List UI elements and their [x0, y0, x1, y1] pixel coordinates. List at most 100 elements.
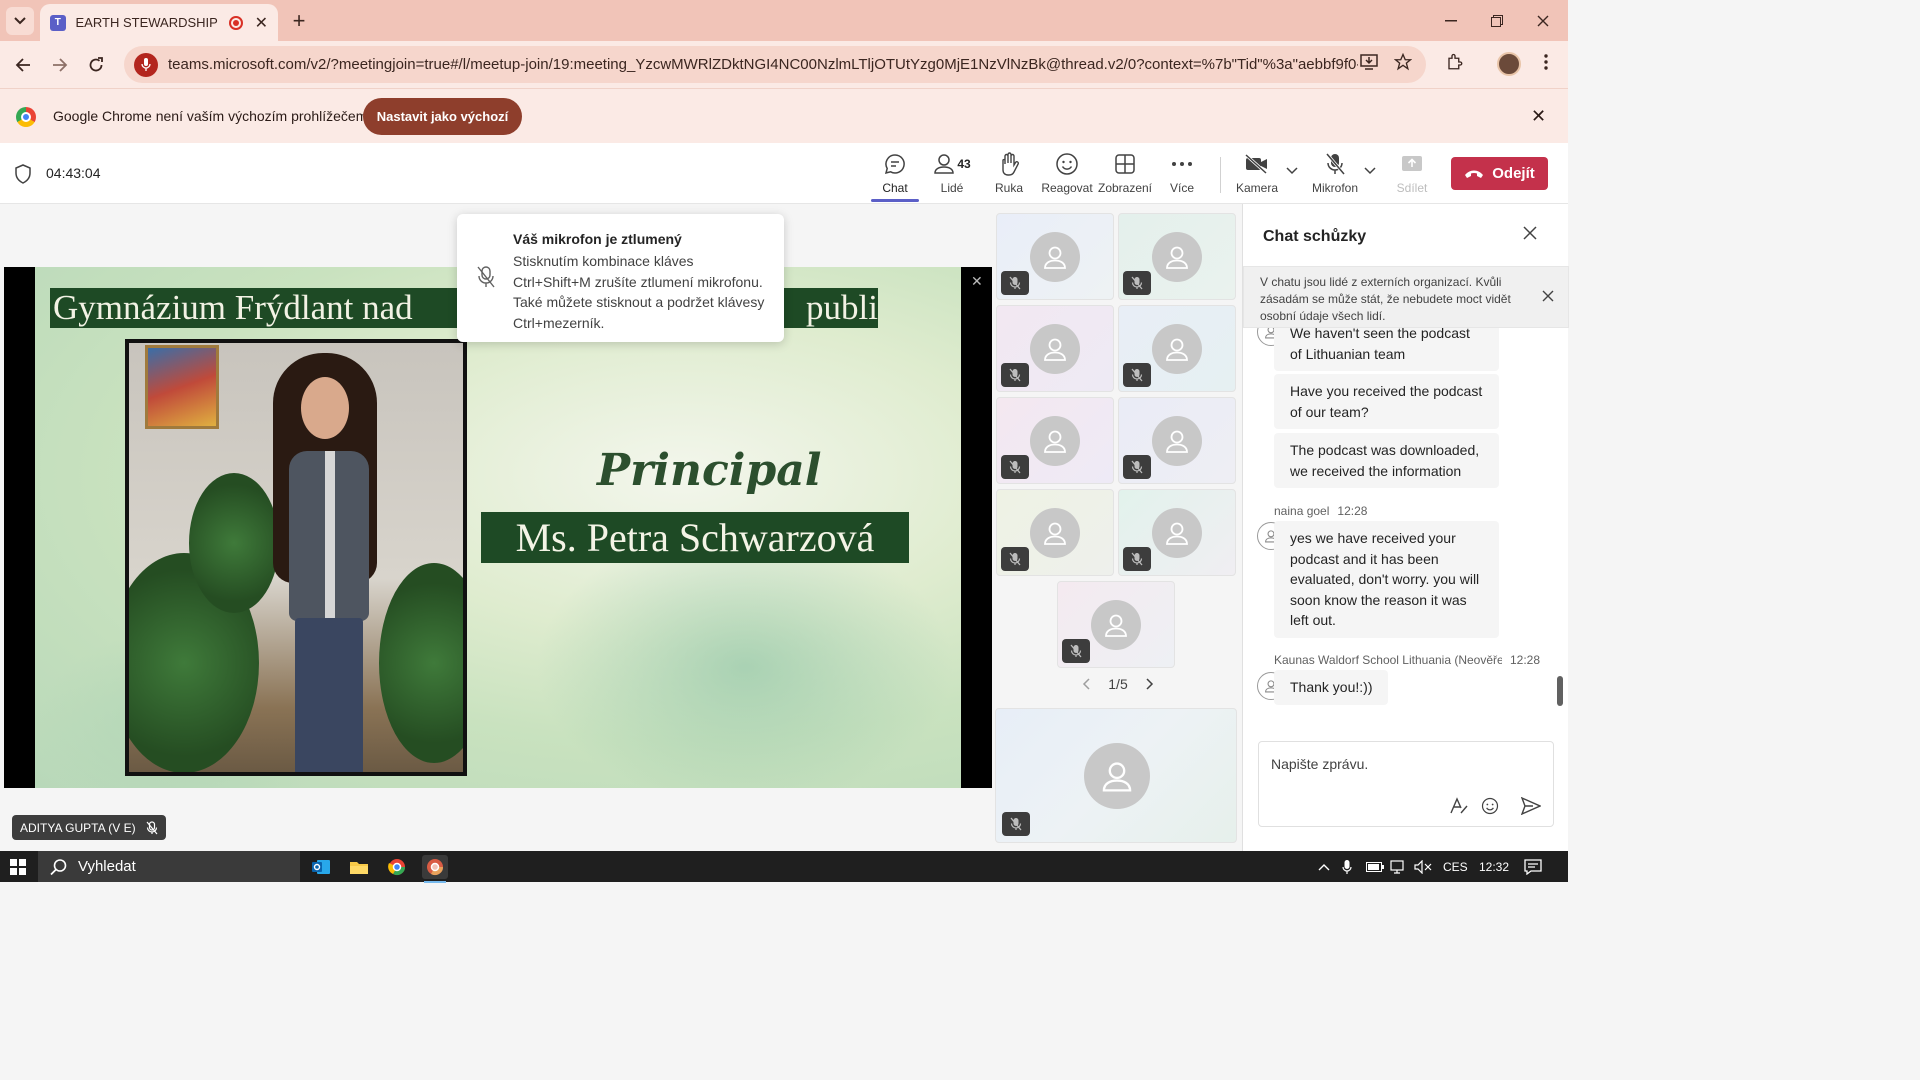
- people-icon: [934, 154, 955, 174]
- participant-tile[interactable]: [996, 397, 1114, 484]
- hand-icon: [1002, 152, 1019, 176]
- profile-avatar[interactable]: [1497, 52, 1521, 76]
- forward-button[interactable]: [45, 50, 75, 80]
- notification-title: Váš mikrofon je ztlumený: [513, 231, 682, 247]
- chrome-logo-icon: [16, 107, 36, 127]
- meeting-chat-panel: Chat schůzky V chatu jsou lidé z externí…: [1242, 204, 1569, 851]
- meeting-stage: Gymnázium Frýdlant nad public Principal …: [0, 204, 1242, 851]
- outlook-app-icon[interactable]: [308, 855, 334, 879]
- participant-tile[interactable]: [996, 213, 1114, 300]
- raise-hand-button[interactable]: Ruka: [986, 151, 1032, 201]
- leave-button[interactable]: Odejít: [1451, 157, 1548, 190]
- speaker-name-tag: ADITYA GUPTA (V E): [12, 815, 166, 840]
- people-count: 43: [957, 157, 971, 171]
- battery-icon[interactable]: [1366, 851, 1384, 882]
- chat-button[interactable]: Chat: [871, 151, 919, 201]
- network-icon[interactable]: [1390, 851, 1408, 882]
- next-page-chevron-icon[interactable]: [1146, 678, 1154, 690]
- format-text-icon[interactable]: [1449, 797, 1469, 815]
- mic-off-icon: [1123, 271, 1151, 295]
- tray-overflow-chevron-icon[interactable]: [1318, 851, 1330, 882]
- principal-photo: [125, 339, 467, 776]
- control-divider: [1220, 157, 1221, 193]
- tab-search-button[interactable]: [6, 7, 34, 35]
- chat-scrollbar[interactable]: [1557, 676, 1563, 706]
- mic-off-icon: [1123, 547, 1151, 571]
- self-video-tile[interactable]: [995, 708, 1237, 843]
- taskbar-search[interactable]: Vyhledat: [38, 851, 300, 882]
- meeting-control-bar: 04:43:04 Chat 43 Lidé Ruka Reagovat Zobr…: [0, 143, 1568, 204]
- close-share-icon[interactable]: ✕: [971, 273, 983, 290]
- more-horizontal-icon: [1172, 162, 1192, 166]
- react-button[interactable]: Reagovat: [1040, 151, 1094, 201]
- mic-in-use-icon[interactable]: [134, 52, 158, 77]
- participant-tile[interactable]: [1057, 581, 1175, 668]
- back-button[interactable]: [8, 50, 38, 80]
- chrome-app-active-icon[interactable]: [422, 855, 448, 883]
- participant-tile[interactable]: [996, 489, 1114, 576]
- close-chat-icon[interactable]: [1523, 226, 1537, 240]
- dismiss-banner-icon[interactable]: [1542, 290, 1554, 302]
- avatar-placeholder-icon: [1030, 507, 1080, 558]
- window-minimize-button[interactable]: [1428, 0, 1474, 41]
- message-time: 12:28: [1337, 504, 1368, 518]
- file-explorer-icon[interactable]: [346, 855, 372, 879]
- notification-center-icon[interactable]: [1524, 851, 1542, 882]
- mic-off-icon: [1123, 363, 1151, 387]
- mic-off-icon: [1001, 547, 1029, 571]
- mic-off-icon: [1325, 153, 1346, 175]
- bookmark-star-icon[interactable]: [1392, 51, 1414, 73]
- send-icon[interactable]: [1521, 797, 1541, 815]
- meeting-timer: 04:43:04: [46, 165, 101, 181]
- chevron-down-icon: [14, 17, 26, 25]
- prev-page-chevron-icon[interactable]: [1082, 678, 1090, 690]
- browser-menu-icon[interactable]: [1535, 51, 1557, 73]
- composer-placeholder: Napište zprávu.: [1271, 756, 1369, 772]
- participant-tile[interactable]: [1118, 489, 1236, 576]
- reload-button[interactable]: [81, 50, 111, 80]
- window-restore-button[interactable]: [1474, 0, 1520, 41]
- sender-name: Kaunas Waldorf School Lithuania (Neověře…: [1274, 653, 1502, 667]
- avatar-placeholder-icon: [1030, 231, 1080, 282]
- participant-tile[interactable]: [1118, 397, 1236, 484]
- camera-options-chevron-icon[interactable]: [1286, 167, 1298, 175]
- camera-button[interactable]: Kamera: [1234, 151, 1280, 201]
- chat-message: The podcast was downloaded, we received …: [1274, 433, 1499, 488]
- windows-start-icon[interactable]: [10, 859, 26, 875]
- avatar-placeholder-icon: [1030, 323, 1080, 374]
- restore-icon: [1491, 14, 1503, 27]
- install-app-icon[interactable]: [1358, 51, 1380, 73]
- volume-muted-icon[interactable]: [1414, 851, 1432, 882]
- slide-heading: Principal: [597, 445, 822, 496]
- participant-tile[interactable]: [1118, 213, 1236, 300]
- clock[interactable]: 12:32: [1479, 851, 1509, 882]
- infobar-close-button[interactable]: ✕: [1531, 106, 1546, 127]
- address-bar[interactable]: teams.microsoft.com/v2/?meetingjoin=true…: [124, 46, 1426, 83]
- new-tab-button[interactable]: +: [286, 8, 312, 34]
- input-language[interactable]: CES: [1443, 851, 1468, 882]
- view-button[interactable]: Zobrazení: [1098, 151, 1152, 201]
- extensions-puzzle-icon[interactable]: [1444, 51, 1466, 73]
- message-composer[interactable]: Napište zprávu.: [1258, 741, 1554, 827]
- arrow-left-icon: [15, 58, 30, 72]
- chat-message: We haven't seen the podcast of Lithuania…: [1274, 328, 1499, 371]
- chat-message-list[interactable]: We haven't seen the podcast of Lithuania…: [1243, 328, 1559, 713]
- leave-label: Odejít: [1492, 165, 1535, 182]
- share-button[interactable]: Sdílet: [1392, 151, 1432, 201]
- people-button[interactable]: 43 Lidé: [928, 151, 976, 201]
- mic-options-chevron-icon[interactable]: [1364, 167, 1376, 175]
- chrome-app-icon[interactable]: [384, 855, 410, 879]
- mic-in-use-tray-icon[interactable]: [1342, 851, 1352, 882]
- shared-screen[interactable]: Gymnázium Frýdlant nad public Principal …: [4, 267, 992, 788]
- set-default-button[interactable]: Nastavit jako výchozí: [363, 98, 522, 135]
- participant-tile[interactable]: [996, 305, 1114, 392]
- tab-close-button[interactable]: ✕: [255, 13, 268, 33]
- mic-button[interactable]: Mikrofon: [1310, 151, 1360, 201]
- more-button[interactable]: Více: [1160, 151, 1204, 201]
- window-close-button[interactable]: [1520, 0, 1566, 41]
- participant-tile[interactable]: [1118, 305, 1236, 392]
- emoji-icon[interactable]: [1481, 797, 1499, 815]
- share-screen-icon: [1402, 156, 1422, 171]
- smiley-icon: [1056, 153, 1078, 175]
- browser-tab-active[interactable]: T EARTH STEWARDSHIP SUM ✕: [40, 4, 278, 41]
